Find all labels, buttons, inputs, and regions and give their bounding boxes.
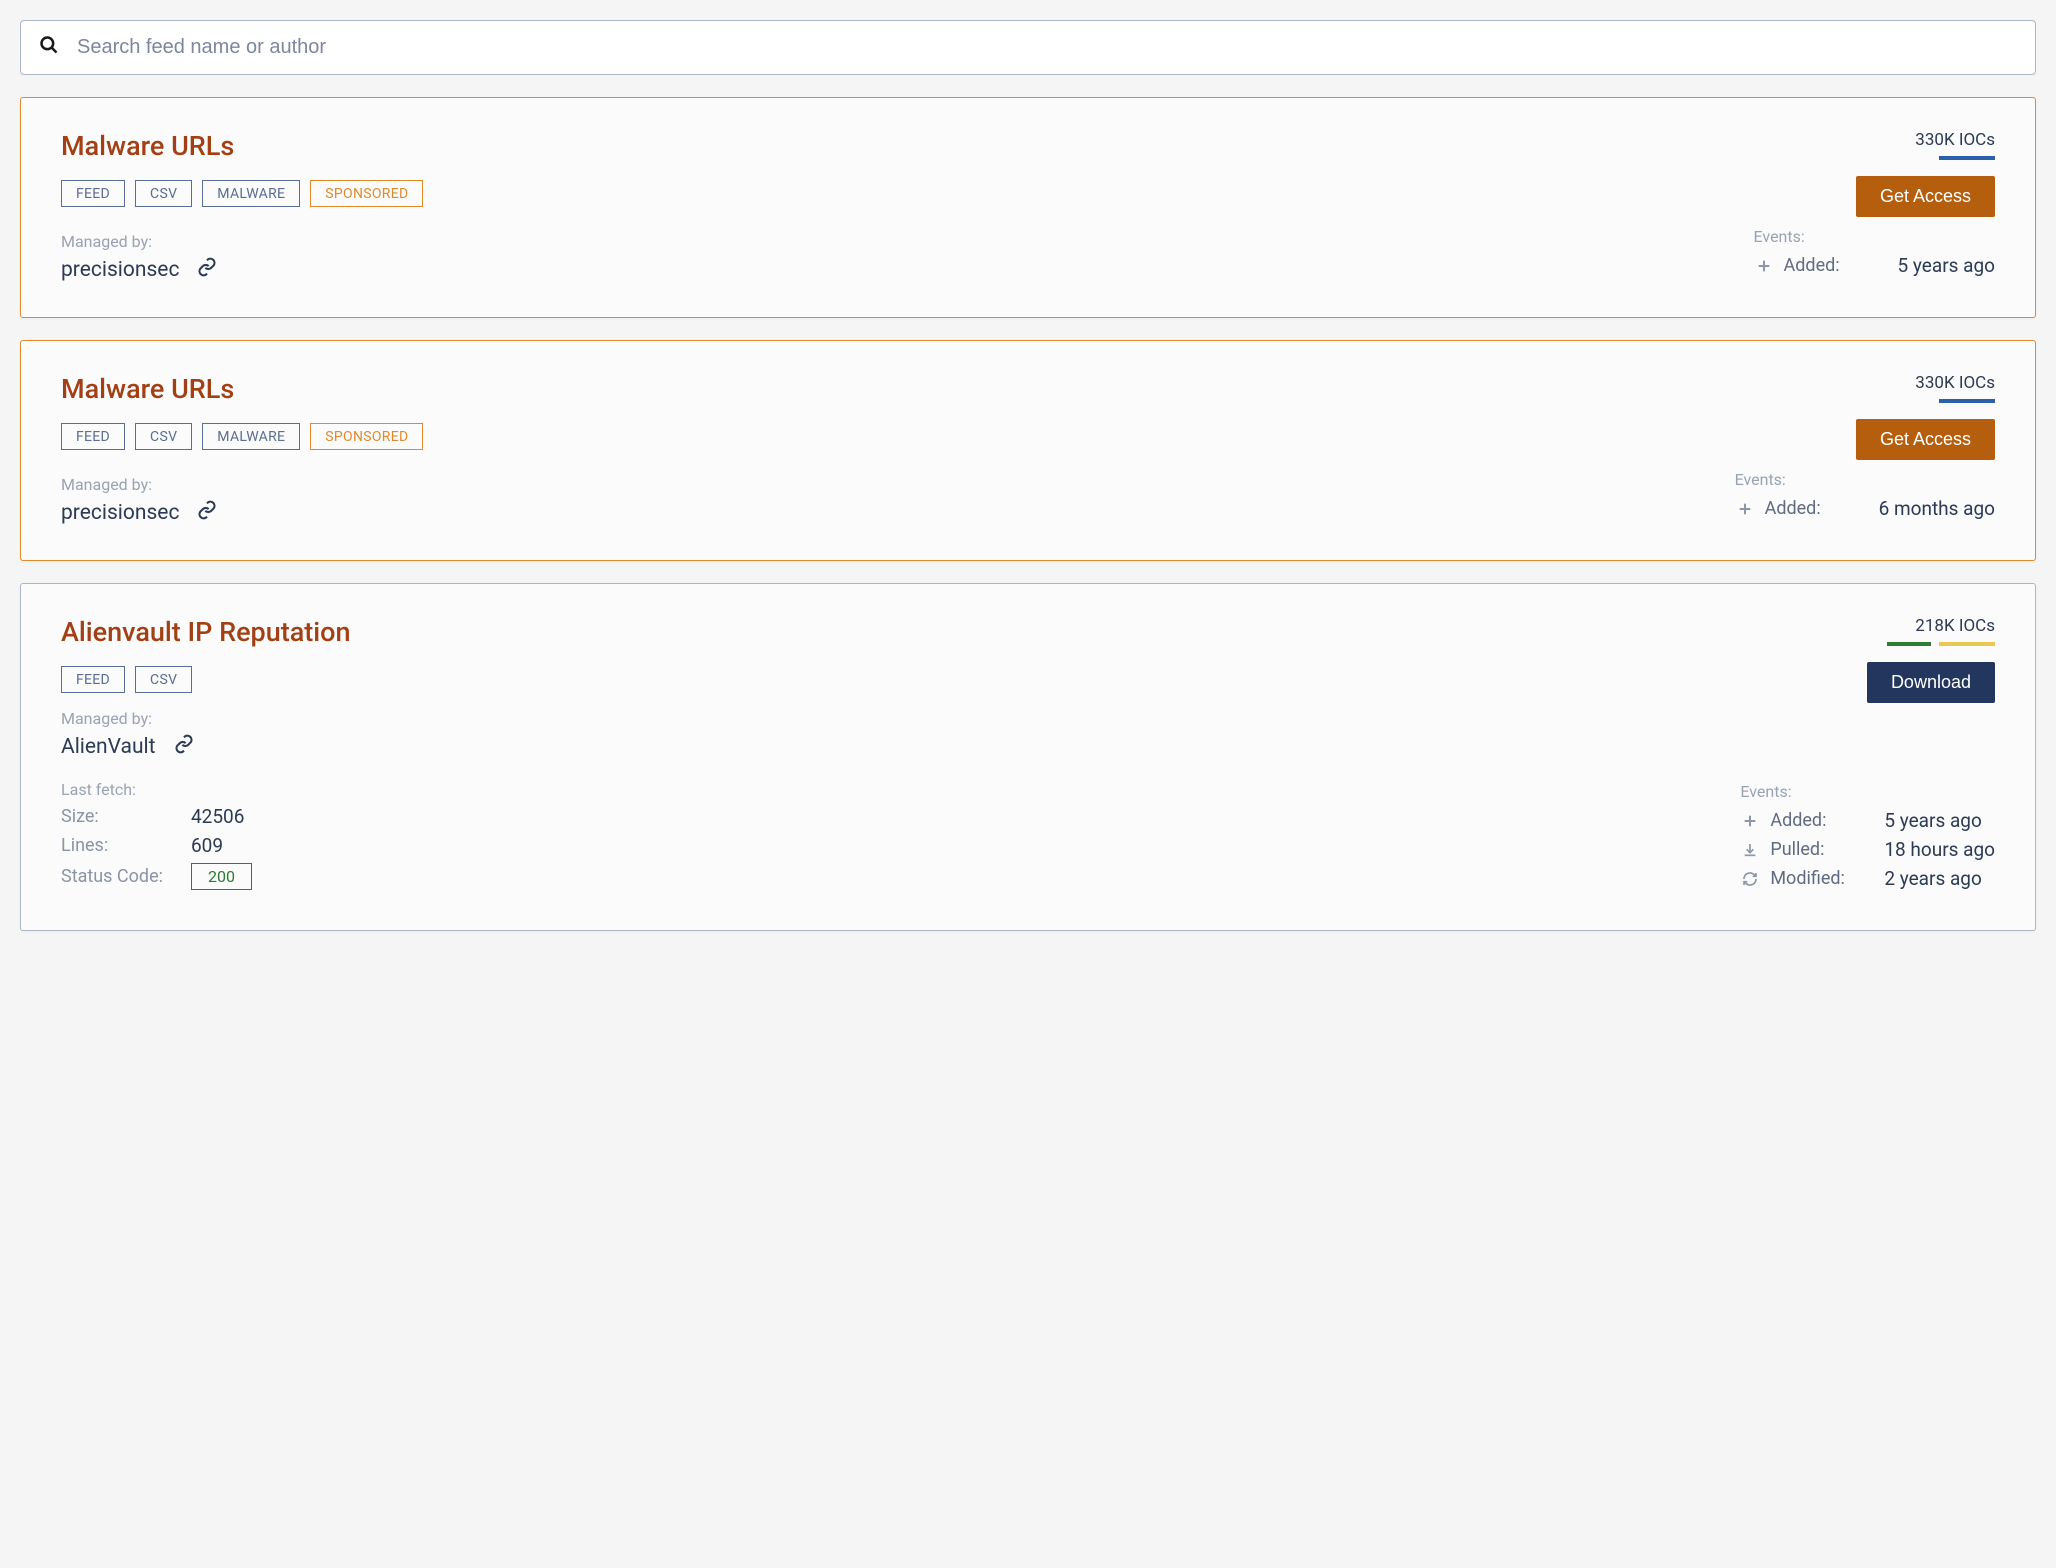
- ioc-count: 330K IOCs: [1695, 373, 1995, 393]
- event-added: Added: 5 years ago: [1740, 809, 1995, 832]
- search-bar[interactable]: [20, 20, 2036, 75]
- size-label: Size:: [61, 806, 191, 827]
- plus-icon: [1754, 258, 1774, 274]
- get-access-button[interactable]: Get Access: [1856, 176, 1995, 217]
- link-icon[interactable]: [174, 734, 194, 760]
- plus-icon: [1740, 813, 1760, 829]
- tag-sponsored[interactable]: SPONSORED: [310, 423, 423, 450]
- tag-row: FEED CSV MALWARE SPONSORED: [61, 423, 423, 450]
- event-added-label: Added:: [1784, 255, 1870, 276]
- ioc-bar: [1695, 156, 1995, 160]
- get-access-button[interactable]: Get Access: [1856, 419, 1995, 460]
- event-modified-value: 2 years ago: [1884, 867, 1981, 890]
- event-modified: Modified: 2 years ago: [1740, 867, 1995, 890]
- events-label: Events:: [1754, 227, 1995, 246]
- tag-csv[interactable]: CSV: [135, 666, 192, 693]
- tag-feed[interactable]: FEED: [61, 423, 125, 450]
- event-pulled: Pulled: 18 hours ago: [1740, 838, 1995, 861]
- managed-by-label: Managed by:: [61, 709, 1995, 728]
- event-added-value: 5 years ago: [1898, 254, 1995, 277]
- tag-malware[interactable]: MALWARE: [202, 180, 300, 207]
- feed-author[interactable]: precisionsec: [61, 258, 179, 282]
- managed-by-label: Managed by:: [61, 232, 217, 251]
- events-label: Events:: [1740, 782, 1995, 801]
- search-input[interactable]: [77, 36, 2017, 59]
- feed-title[interactable]: Alienvault IP Reputation: [61, 616, 351, 648]
- tag-feed[interactable]: FEED: [61, 666, 125, 693]
- event-added: Added: 5 years ago: [1754, 254, 1995, 277]
- tag-csv[interactable]: CSV: [135, 180, 192, 207]
- ioc-count: 218K IOCs: [1695, 616, 1995, 636]
- search-icon: [39, 35, 77, 60]
- last-fetch-block: Last fetch: Size: 42506 Lines: 609 Statu…: [61, 780, 252, 896]
- event-added: Added: 6 months ago: [1735, 497, 1995, 520]
- ioc-count: 330K IOCs: [1695, 130, 1995, 150]
- download-icon: [1740, 842, 1760, 858]
- feed-author[interactable]: AlienVault: [61, 735, 156, 759]
- event-added-value: 5 years ago: [1884, 809, 1981, 832]
- event-added-label: Added:: [1770, 810, 1856, 831]
- event-pulled-value: 18 hours ago: [1884, 838, 1995, 861]
- lines-label: Lines:: [61, 835, 191, 856]
- tag-row: FEED CSV MALWARE SPONSORED: [61, 180, 423, 207]
- feed-title[interactable]: Malware URLs: [61, 130, 423, 162]
- link-icon[interactable]: [197, 257, 217, 283]
- feed-card: Alienvault IP Reputation FEED CSV 218K I…: [20, 583, 2036, 931]
- status-code-label: Status Code:: [61, 866, 191, 887]
- tag-csv[interactable]: CSV: [135, 423, 192, 450]
- feed-card: Malware URLs FEED CSV MALWARE SPONSORED …: [20, 97, 2036, 318]
- tag-row: FEED CSV: [61, 666, 351, 693]
- lines-value: 609: [191, 834, 223, 857]
- feed-title[interactable]: Malware URLs: [61, 373, 423, 405]
- tag-feed[interactable]: FEED: [61, 180, 125, 207]
- ioc-bar: [1695, 399, 1995, 403]
- events-label: Events:: [1735, 470, 1995, 489]
- feed-author[interactable]: precisionsec: [61, 501, 179, 525]
- status-code-value: 200: [191, 863, 252, 890]
- event-added-label: Added:: [1765, 498, 1851, 519]
- feed-card: Malware URLs FEED CSV MALWARE SPONSORED …: [20, 340, 2036, 561]
- ioc-bar: [1695, 642, 1995, 646]
- size-value: 42506: [191, 805, 244, 828]
- link-icon[interactable]: [197, 500, 217, 526]
- download-button[interactable]: Download: [1867, 662, 1995, 703]
- refresh-icon: [1740, 871, 1760, 887]
- managed-by-label: Managed by:: [61, 475, 217, 494]
- plus-icon: [1735, 501, 1755, 517]
- last-fetch-label: Last fetch:: [61, 780, 252, 799]
- tag-sponsored[interactable]: SPONSORED: [310, 180, 423, 207]
- event-pulled-label: Pulled:: [1770, 839, 1856, 860]
- tag-malware[interactable]: MALWARE: [202, 423, 300, 450]
- event-modified-label: Modified:: [1770, 868, 1856, 889]
- event-added-value: 6 months ago: [1879, 497, 1995, 520]
